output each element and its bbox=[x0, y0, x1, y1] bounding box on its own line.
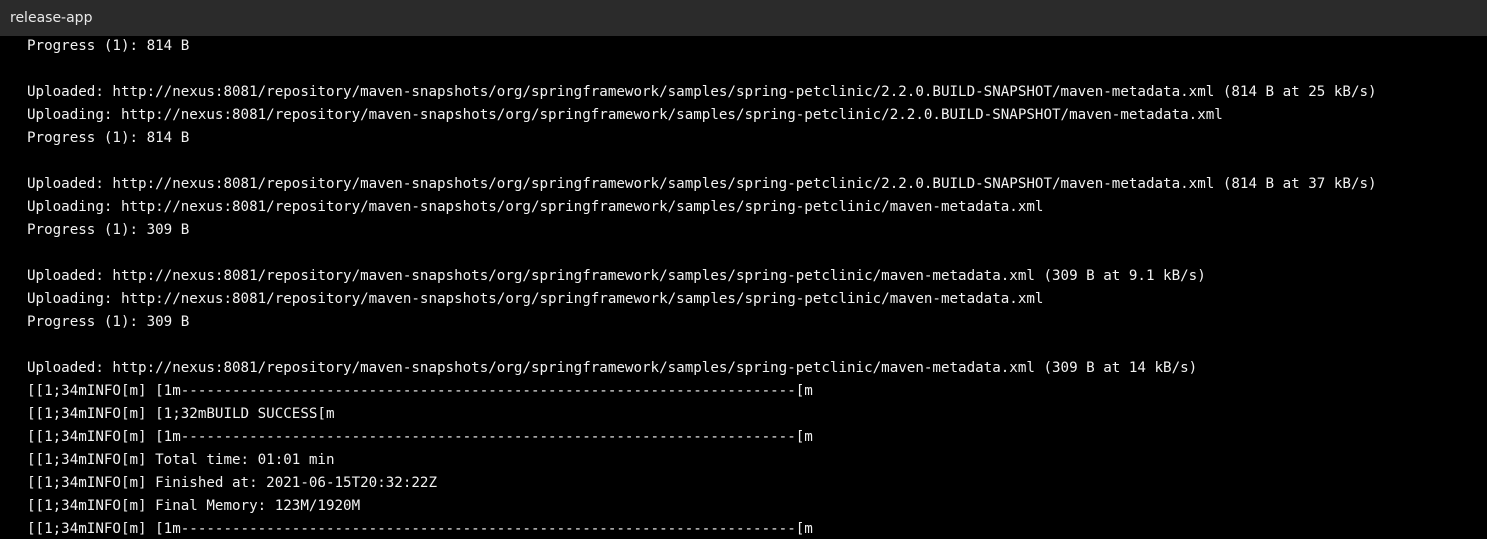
console-line: [[1;34mINFO[m] Finished at: 2021-06-15T2… bbox=[27, 475, 437, 491]
console-line: Uploading: http://nexus:8081/repository/… bbox=[27, 199, 1044, 215]
console-line: Progress (1): 814 B bbox=[27, 130, 190, 146]
console-line: [[1;34mINFO[m] Total time: 01:01 min bbox=[27, 452, 335, 468]
console-line: [[1;34mINFO[m] [1;32mBUILD SUCCESS[m bbox=[27, 406, 335, 422]
console-line: Progress (1): 309 B bbox=[27, 222, 190, 238]
console-line: [[1;34mINFO[m] [1m----------------------… bbox=[27, 383, 813, 399]
console-line: Uploaded: http://nexus:8081/repository/m… bbox=[27, 360, 1198, 376]
console-line: Uploaded: http://nexus:8081/repository/m… bbox=[27, 268, 1206, 284]
console-output[interactable]: Progress (1): 814 B Uploaded: http://nex… bbox=[0, 36, 1487, 539]
console-line: Uploading: http://nexus:8081/repository/… bbox=[27, 107, 1223, 123]
release-app-window: release-app Progress (1): 814 B Uploaded… bbox=[0, 0, 1487, 539]
console-line: [[1;34mINFO[m] Final Memory: 123M/1920M bbox=[27, 498, 361, 514]
title-bar: release-app bbox=[0, 0, 1487, 36]
console-line: [[1;34mINFO[m] [1m----------------------… bbox=[27, 429, 813, 445]
console-line: Progress (1): 814 B bbox=[27, 38, 190, 54]
console-line: Progress (1): 309 B bbox=[27, 314, 190, 330]
console-line: Uploading: http://nexus:8081/repository/… bbox=[27, 291, 1044, 307]
console-line: [[1;34mINFO[m] [1m----------------------… bbox=[27, 521, 813, 537]
console-line: Uploaded: http://nexus:8081/repository/m… bbox=[27, 176, 1377, 192]
window-title: release-app bbox=[10, 10, 93, 26]
console-line: Uploaded: http://nexus:8081/repository/m… bbox=[27, 84, 1377, 100]
